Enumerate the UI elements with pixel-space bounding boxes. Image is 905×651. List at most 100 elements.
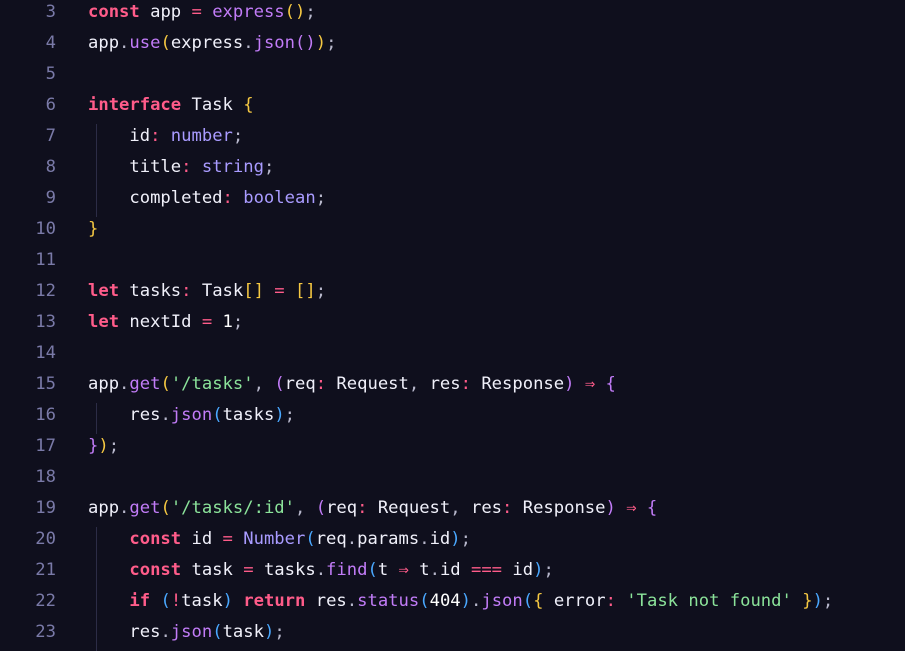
code-line[interactable]: 17});: [0, 431, 905, 462]
code-line[interactable]: 16 res.json(tasks);: [0, 400, 905, 431]
code-line[interactable]: 18: [0, 462, 905, 493]
code-text: let nextId = 1;: [88, 307, 243, 338]
code-token: id: [439, 560, 471, 580]
code-token: app: [88, 374, 120, 394]
code-token: (: [315, 498, 327, 518]
code-token: string: [191, 157, 264, 177]
code-token: boolean: [232, 188, 316, 208]
code-token: ): [315, 33, 327, 53]
line-number: 17: [35, 436, 56, 456]
code-token: =: [243, 560, 254, 580]
code-line[interactable]: 22 if (!task) return res.status(404).jso…: [0, 586, 905, 617]
line-number: 15: [35, 374, 56, 394]
code-text: interface Task {: [88, 90, 254, 121]
code-line[interactable]: 8 title: string;: [0, 152, 905, 183]
code-token: ,: [295, 498, 316, 518]
code-line[interactable]: 7 id: number;: [0, 121, 905, 152]
code-line[interactable]: 20 const id = Number(req.params.id);: [0, 524, 905, 555]
code-token: ): [263, 622, 275, 642]
code-line[interactable]: 12 let tasks: Task[] = [];: [0, 276, 905, 307]
code-text: id: number;: [88, 121, 243, 152]
code-token: error: [543, 591, 606, 611]
code-token: 'Task not found': [615, 591, 792, 611]
code-token: .: [243, 33, 254, 53]
code-line[interactable]: 4 app.use(express.json());: [0, 28, 905, 59]
code-token: (: [160, 33, 171, 53]
code-line[interactable]: 11: [0, 245, 905, 276]
line-number: 7: [45, 126, 56, 146]
code-token: []: [243, 281, 264, 301]
code-token: ): [274, 405, 285, 425]
code-token: app: [139, 2, 192, 22]
code-token: Response: [512, 498, 606, 518]
code-token: let: [88, 312, 120, 332]
line-number: 19: [35, 498, 56, 518]
code-token: ⇒: [574, 374, 606, 394]
code-token: ,: [408, 374, 430, 394]
code-token: !: [170, 591, 182, 611]
code-token: const: [88, 2, 140, 22]
code-token: id: [429, 529, 451, 549]
code-token: json: [170, 405, 213, 425]
code-token: get: [129, 498, 161, 518]
code-token: task: [181, 560, 244, 580]
code-token: (: [212, 405, 223, 425]
code-token: ;: [822, 591, 834, 611]
code-token: find: [326, 560, 368, 580]
code-line[interactable]: 3 const app = express();: [0, 0, 905, 28]
code-text: app.get('/tasks/:id', (req: Request, res…: [88, 493, 657, 524]
code-text: const id = Number(req.params.id);: [88, 524, 471, 555]
code-token: 404: [429, 591, 461, 611]
code-token: id: [502, 560, 534, 580]
code-line[interactable]: 6 interface Task {: [0, 90, 905, 121]
code-token: ;: [108, 436, 120, 456]
code-editor[interactable]: 3 const app = express(); 4 app.use(express.…: [0, 0, 905, 651]
code-token: Request: [367, 498, 451, 518]
code-line[interactable]: 14: [0, 338, 905, 369]
code-text: const app = express();: [88, 0, 316, 28]
code-token: :: [315, 374, 327, 394]
code-token: ): [605, 498, 616, 518]
code-token: ): [533, 560, 544, 580]
code-token: status: [357, 591, 420, 611]
code-token: json: [253, 33, 296, 53]
code-token: ⇒: [398, 560, 409, 580]
code-token: express: [201, 2, 285, 22]
code-token: if: [88, 591, 151, 611]
code-token: (: [419, 591, 430, 611]
code-text: app.use(express.json());: [88, 28, 336, 59]
code-token: (: [160, 498, 171, 518]
code-line[interactable]: 19 app.get('/tasks/:id', (req: Request, r…: [0, 493, 905, 524]
code-token: (: [160, 374, 171, 394]
code-line[interactable]: 10}: [0, 214, 905, 245]
code-line[interactable]: 13 let nextId = 1;: [0, 307, 905, 338]
code-token: ): [812, 591, 823, 611]
code-token: .: [419, 529, 430, 549]
code-text: app.get('/tasks', (req: Request, res: Re…: [88, 369, 616, 400]
code-text: res.json(task);: [88, 617, 284, 648]
code-token: task: [181, 591, 223, 611]
code-token: Request: [326, 374, 409, 394]
line-number: 3: [45, 2, 56, 22]
code-token: ;: [326, 33, 337, 53]
code-token: 1: [212, 312, 233, 332]
code-line[interactable]: 23 res.json(task);: [0, 617, 905, 648]
code-token: interface: [88, 95, 182, 115]
code-line[interactable]: 15 app.get('/tasks', (req: Request, res: …: [0, 369, 905, 400]
code-token: Task: [181, 95, 244, 115]
code-line[interactable]: 21 const task = tasks.find(t ⇒ t.id === …: [0, 555, 905, 586]
line-number: 10: [35, 219, 56, 239]
line-number: 16: [35, 405, 56, 425]
code-token: tasks: [222, 405, 275, 425]
code-token: id: [181, 529, 223, 549]
code-token: .: [346, 591, 358, 611]
code-token: title: [88, 157, 182, 177]
code-line[interactable]: 5: [0, 59, 905, 90]
code-token: .: [471, 591, 482, 611]
code-token: Response: [470, 374, 565, 394]
code-token: json: [170, 622, 213, 642]
code-line[interactable]: 9 completed: boolean;: [0, 183, 905, 214]
code-token: }: [791, 591, 813, 611]
line-number: 4: [45, 33, 56, 53]
